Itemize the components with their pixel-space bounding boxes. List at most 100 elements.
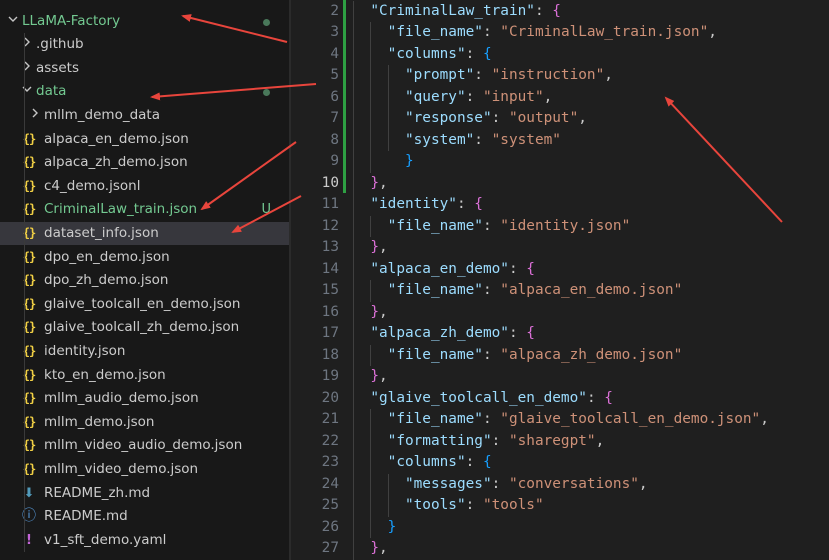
explorer-item-mllm-demo-data[interactable]: mllm_demo_data [0,104,289,128]
line-number: 15 [321,282,339,298]
code-token: { [604,389,613,406]
line-number: 23 [321,454,339,470]
code-line[interactable]: }, [353,538,387,560]
explorer-item-glaive-toolcall-en-demo-json[interactable]: {} glaive_toolcall_en_demo.json [0,293,289,317]
code-line[interactable]: }, [353,237,387,259]
code-token: "file_name" [387,346,483,363]
code-line[interactable]: "file_name": "CriminalLaw_train.json", [353,22,717,44]
code-line[interactable]: }, [353,173,387,195]
explorer-item-glaive-toolcall-zh-demo-json[interactable]: {} glaive_toolcall_zh_demo.json [0,316,289,340]
code-line[interactable]: "file_name": "glaive_toolcall_en_demo.js… [353,409,769,431]
explorer-item-mllm-video-demo-json[interactable]: {} mllm_video_demo.json [0,458,289,482]
explorer-item-github[interactable]: .github [0,33,289,57]
code-line[interactable]: }, [353,366,388,388]
code-token: "glaive_toolcall_en_demo" [370,389,587,406]
code-line[interactable]: } [353,151,414,173]
explorer-item-label: alpaca_en_demo.json [44,130,189,147]
code-line[interactable]: }, [353,302,387,324]
code-token: } [370,174,379,191]
code-line[interactable]: "messages": "conversations", [353,474,648,496]
code-token: : [491,110,509,126]
code-token: "file_name" [387,24,483,40]
code-token: "formatting" [387,432,492,449]
code-line[interactable]: "alpaca_en_demo": { [353,259,535,281]
explorer-item-label: glaive_toolcall_zh_demo.json [44,319,240,336]
code-token: { [482,454,492,470]
code-token: } [370,303,379,320]
code-token: "alpaca_zh_demo.json" [500,346,683,363]
code-line[interactable]: "alpaca_zh_demo": { [353,323,535,345]
code-line[interactable]: "file_name": "identity.json" [353,216,631,238]
line-number: 9 [330,153,339,169]
explorer-item-label: v1_sft_demo.yaml [44,531,167,548]
explorer-item-label: mllm_video_audio_demo.json [44,437,243,454]
code-line[interactable]: "query": "input", [353,87,552,109]
explorer-item-label: alpaca_zh_demo.json [44,154,188,171]
code-token: : [465,88,483,105]
explorer-item-label: mllm_demo.json [44,413,155,430]
code-token: : [456,196,475,212]
line-number: 21 [321,411,339,427]
code-token: } [370,239,379,255]
code-line[interactable]: "identity": { [353,194,483,216]
explorer-item-mllm-video-audio-demo-json[interactable]: {} mllm_video_audio_demo.json [0,434,289,458]
explorer-item-alpaca-en-demo-json[interactable]: {} alpaca_en_demo.json [0,128,289,152]
explorer-item-c4-demo-jsonl[interactable]: {} c4_demo.jsonl [0,175,289,199]
code-token: : [482,282,501,298]
explorer-item-dpo-zh-demo-json[interactable]: {} dpo_zh_demo.json [0,269,289,293]
code-token: : [482,346,501,363]
git-status-badge: U [261,202,271,218]
code-token: "columns" [387,454,466,470]
code-token: : [508,260,527,277]
code-line[interactable]: "CriminalLaw_train": { [353,1,561,23]
explorer-item-readme-md[interactable]: ⓘ README.md [0,505,289,529]
explorer-item-llama-factory[interactable]: LLaMA-Factory [0,10,289,34]
explorer-item-mllm-audio-demo-json[interactable]: {} mllm_audio_demo.json [0,387,289,411]
code-line[interactable]: "columns": { [353,44,492,66]
code-line[interactable]: "system": "system" [353,130,561,152]
explorer-item-kto-en-demo-json[interactable]: {} kto_en_demo.json [0,364,289,388]
explorer-item-dpo-en-demo-json[interactable]: {} dpo_en_demo.json [0,246,289,270]
code-line[interactable]: "file_name": "alpaca_en_demo.json" [353,280,683,302]
line-number: 24 [321,475,339,492]
code-token: { [526,325,535,341]
explorer-item-readme-zh-md[interactable]: ⬇ README_zh.md [0,482,289,506]
explorer-item-alpaca-zh-demo-json[interactable]: {} alpaca_zh_demo.json [0,151,289,175]
code-token: { [482,45,492,62]
explorer-item-label: dpo_zh_demo.json [44,272,169,289]
code-editor[interactable]: 2 3 4 5 6 7 8 9 10 11 12 13 14 15 16 17 18 19 20 21 22 23 24 25… [291,0,829,560]
code-line[interactable]: "formatting": "sharegpt", [353,431,605,453]
code-line[interactable]: "prompt": "instruction", [353,65,613,87]
explorer-item-criminallaw-train-json[interactable]: {} CriminalLaw_train.json U [0,198,289,222]
code-token: "query" [404,88,466,105]
explorer-item-data[interactable]: data [0,80,289,104]
explorer-item-assets[interactable]: assets [0,57,289,81]
code-token: , [379,368,388,384]
code-line[interactable]: "columns": { [353,452,492,474]
explorer-item-v1-sft-demo-yaml[interactable]: ! v1_sft_demo.yaml [0,529,289,553]
code-line[interactable]: "glaive_toolcall_en_demo": { [353,388,613,410]
chevron-down-icon [20,83,34,100]
explorer-item-dataset-info-json[interactable]: {} dataset_info.json [0,221,289,246]
code-token: } [404,153,414,169]
code-token: } [370,368,379,384]
code-line[interactable]: "file_name": "alpaca_zh_demo.json" [353,345,683,367]
code-line[interactable]: "tools": "tools" [353,495,544,517]
code-line[interactable]: } [353,517,397,539]
chevron-right-icon [20,60,34,77]
explorer-item-identity-json[interactable]: {} identity.json [0,340,289,364]
code-token: : [482,24,501,40]
indent-guide [370,280,372,302]
explorer-item-label: README.md [44,508,128,525]
code-token: "input" [482,88,544,105]
code-token: "alpaca_zh_demo" [370,325,509,341]
code-token: { [474,196,483,212]
code-token: : [474,131,492,148]
explorer-item-mllm-demo-json[interactable]: {} mllm_demo.json [0,411,289,435]
line-number: 16 [321,303,339,320]
code-token: "alpaca_en_demo.json" [500,282,683,298]
indent-guide [370,22,372,173]
